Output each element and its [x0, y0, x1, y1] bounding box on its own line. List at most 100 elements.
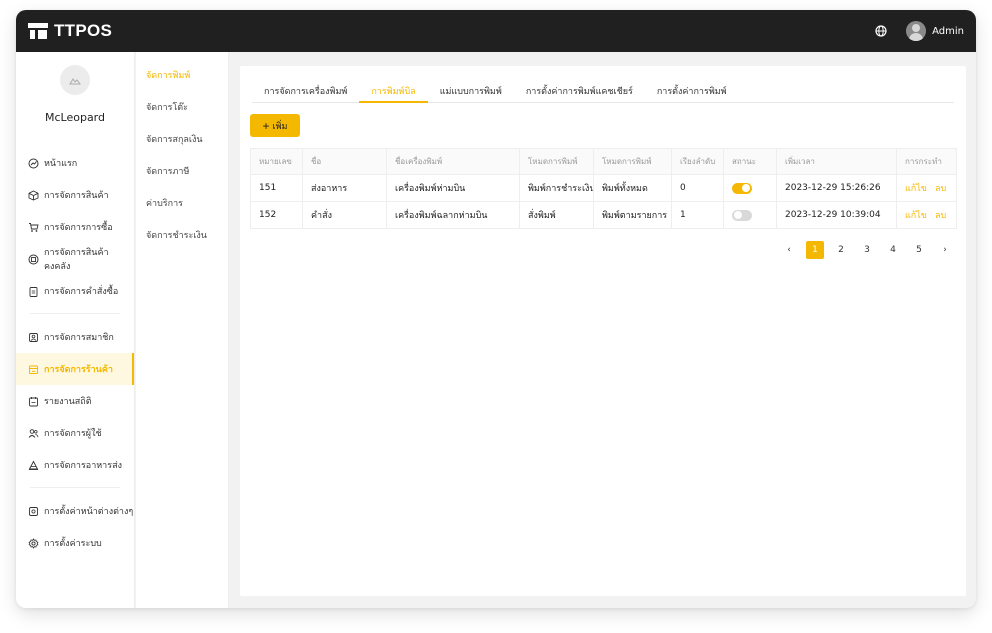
delivery-icon [28, 460, 39, 471]
logo-mark-icon [28, 23, 48, 39]
window-settings-icon [28, 506, 39, 517]
sidebar-item[interactable]: การจัดการสินค้าคงคลัง [16, 243, 134, 275]
column-header: ชื่อ [302, 148, 387, 175]
plus-icon: + [262, 118, 270, 133]
sidebar: McLeopard หน้าแรกการจัดการสินค้าการจัดกา… [16, 52, 135, 608]
next-page-button[interactable]: › [936, 241, 954, 259]
cell-added: 2023-12-29 10:39:04 [776, 201, 897, 229]
edit-link[interactable]: แก้ไข [905, 211, 927, 221]
profile-card: McLeopard [16, 52, 134, 147]
sidebar-item[interactable]: รายงานสถิติ [16, 385, 134, 417]
sidebar-item[interactable]: การตั้งค่าหน้าต่างต่างๆ [16, 495, 134, 527]
table-row: 151 ส่งอาหาร เครื่องพิมพ์ห่ามบิน พิมพ์การชำ… [250, 174, 957, 202]
store-avatar[interactable] [60, 65, 90, 95]
tab[interactable]: การตั้งค่าการพิมพ์ [645, 80, 739, 103]
globe-icon[interactable] [874, 24, 888, 38]
status-toggle[interactable] [732, 182, 752, 194]
sidebar-item[interactable]: การจัดการสมาชิก [16, 321, 134, 353]
sidebar-item[interactable]: การจัดการร้านค้า [16, 353, 134, 385]
cell-order: 0 [671, 174, 724, 202]
sidebar-item[interactable]: การจัดการอาหารส่ง [16, 449, 134, 481]
sidebar-item-label: การจัดการคำสั่งซื้อ [44, 287, 119, 297]
subnav-item[interactable]: จัดการชำระเงิน [136, 228, 228, 260]
edit-link[interactable]: แก้ไข [905, 184, 927, 194]
sidebar-item-label: การจัดการสินค้า [44, 191, 109, 201]
sidebar-item-label: รายงานสถิติ [44, 397, 92, 407]
store-name: McLeopard [44, 111, 105, 124]
add-button-label: เพิ่ม [272, 120, 288, 131]
column-header: เรียงลำดับ [671, 148, 724, 175]
tab[interactable]: การตั้งค่าการพิมพ์แคชเชียร์ [514, 80, 645, 103]
sidebar-item-label: การจัดการสินค้าคงคลัง [44, 248, 109, 272]
delete-link[interactable]: ลบ [935, 211, 946, 221]
column-header: โหมดการพิมพ์ [593, 148, 672, 175]
content-panel: การจัดการเครื่องพิมพ์ การพิมพ์บิล แม่แบบกา… [240, 66, 966, 596]
subnav-item[interactable]: ค่าบริการ [136, 196, 228, 228]
sidebar-item-label: การตั้งค่าหน้าต่างต่างๆ [44, 507, 134, 517]
subnav-item[interactable]: จัดการสกุลเงิน [136, 132, 228, 164]
brand-logo[interactable]: TTPOS [28, 21, 112, 41]
tab-bar: การจัดการเครื่องพิมพ์ การพิมพ์บิล แม่แบบกา… [252, 80, 954, 103]
cell-name: ส่งอาหาร [302, 174, 387, 202]
report-icon [28, 396, 39, 407]
cell-mode1: สั่งพิมพ์ [519, 201, 594, 229]
cell-mode1: พิมพ์การชำระเงิน [519, 174, 594, 202]
top-bar: TTPOS Admin [16, 10, 976, 52]
print-bill-table: หมายเลข ชื่อ ชื่อเครื่องพิมพ์ โหมดการพิมพ์โ… [250, 148, 957, 229]
pagination: ‹ 1 2 3 4 5 › [772, 241, 954, 259]
cell-status [723, 174, 777, 202]
cell-order: 1 [671, 201, 724, 229]
page-button[interactable]: 1 [806, 241, 824, 259]
cart-icon [28, 222, 39, 233]
column-header: เพิ่มเวลา [776, 148, 897, 175]
add-button[interactable]: + เพิ่ม [250, 114, 300, 137]
sidebar-item-label: การจัดการร้านค้า [44, 365, 113, 375]
tab[interactable]: แม่แบบการพิมพ์ [428, 80, 514, 103]
sidebar-item-label: การตั้งค่าระบบ [44, 539, 102, 549]
cell-printer: เครื่องพิมพ์ฉลากห่ามบิน [386, 201, 520, 229]
column-header: สถานะ [723, 148, 777, 175]
store-icon [28, 364, 39, 375]
sidebar-item-label: การจัดการสมาชิก [44, 333, 114, 343]
subnav-item[interactable]: จัดการภาษี [136, 164, 228, 196]
cell-id: 152 [250, 201, 303, 229]
user-avatar[interactable] [906, 21, 927, 41]
clipboard-icon [28, 286, 39, 297]
warehouse-icon [28, 254, 39, 265]
sidebar-item[interactable]: การจัดการผู้ใช้ [16, 417, 134, 449]
sidebar-item[interactable]: การจัดการสินค้า [16, 179, 134, 211]
sidebar-item-label: การจัดการผู้ใช้ [44, 429, 102, 439]
column-header: การกระทำ [896, 148, 957, 175]
sidebar-item[interactable]: การจัดการการซื้อ [16, 211, 134, 243]
page-button[interactable]: 5 [910, 241, 928, 259]
users-icon [28, 428, 39, 439]
cell-status [723, 201, 777, 229]
cell-printer: เครื่องพิมพ์ห่ามบิน [386, 174, 520, 202]
sidebar-item[interactable]: การตั้งค่าระบบ [16, 527, 134, 559]
status-toggle[interactable] [732, 209, 752, 221]
sidebar-item[interactable]: การจัดการคำสั่งซื้อ [16, 275, 134, 307]
table-row: 152 คำสั่ง เครื่องพิมพ์ฉลากห่ามบิน สั่งพิมพ… [250, 201, 957, 229]
sidebar-item[interactable]: หน้าแรก [16, 147, 134, 179]
column-header: หมายเลข [250, 148, 303, 175]
page-button[interactable]: 3 [858, 241, 876, 259]
subnav-item[interactable]: จัดการโต๊ะ [136, 100, 228, 132]
dashboard-icon [28, 158, 39, 169]
page-button[interactable]: 2 [832, 241, 850, 259]
member-icon [28, 332, 39, 343]
nav-divider [30, 313, 120, 314]
table-header-row: หมายเลข ชื่อ ชื่อเครื่องพิมพ์ โหมดการพิมพ์โ… [250, 148, 957, 175]
sidebar-item-label: การจัดการอาหารส่ง [44, 461, 122, 471]
delete-link[interactable]: ลบ [935, 184, 946, 194]
tab[interactable]: การจัดการเครื่องพิมพ์ [252, 80, 359, 103]
cell-mode2: พิมพ์ตามรายการ [593, 201, 672, 229]
sidebar-item-label: การจัดการการซื้อ [44, 223, 113, 233]
cell-mode2: พิมพ์ทั้งหมด [593, 174, 672, 202]
tab[interactable]: การพิมพ์บิล [359, 80, 428, 103]
user-name[interactable]: Admin [932, 26, 964, 37]
nav-divider [30, 487, 120, 488]
page-button[interactable]: 4 [884, 241, 902, 259]
subnav-item[interactable]: จัดการพิมพ์ [136, 68, 228, 100]
prev-page-button[interactable]: ‹ [780, 241, 798, 259]
sub-sidebar: จัดการพิมพ์ จัดการโต๊ะ จัดการสกุลเงิน จัดกา… [136, 52, 229, 608]
